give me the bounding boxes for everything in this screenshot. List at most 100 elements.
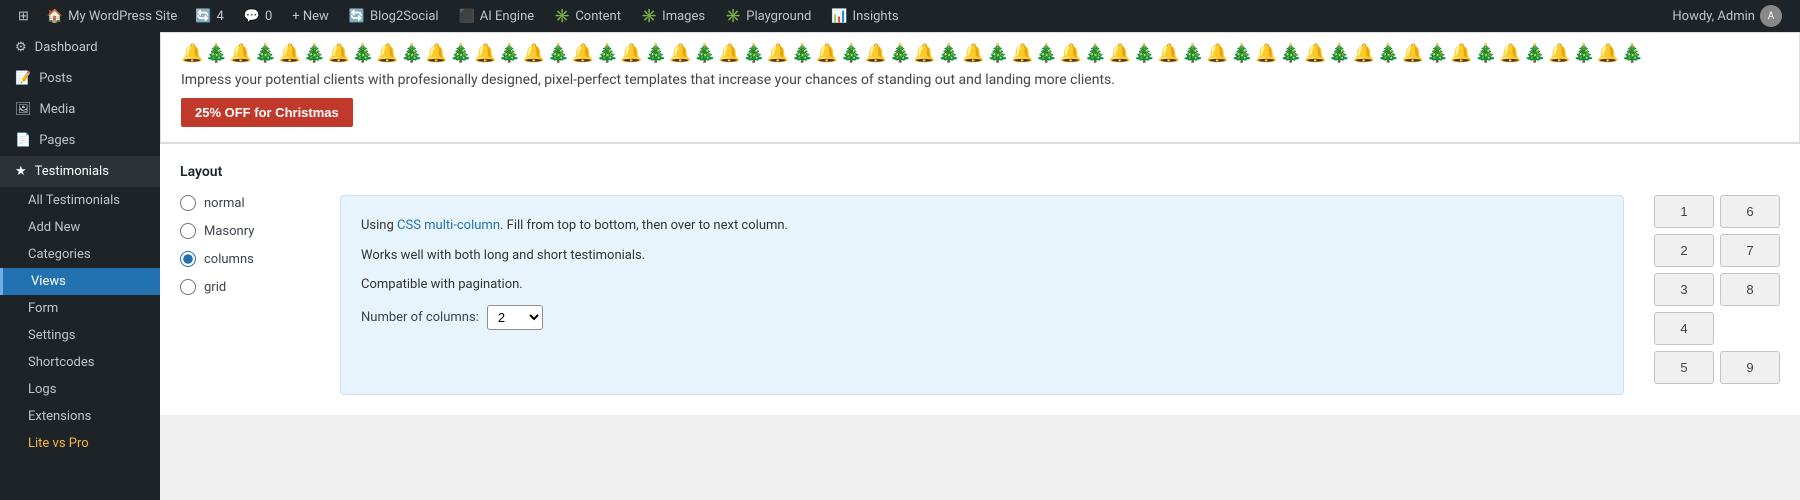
logs-label: Logs [28,382,56,397]
site-name-label: My WordPress Site [68,9,177,24]
site-name-button[interactable]: 🏠 My WordPress Site [39,0,185,32]
layout-option-columns[interactable]: columns [180,251,320,267]
media-icon: 🖼 [15,102,32,117]
sidebar-item-lite-vs-pro[interactable]: Lite vs Pro [0,430,160,457]
bell-decorations: 🔔🎄🔔🎄🔔🎄🔔🎄🔔🎄🔔🎄🔔🎄🔔🎄🔔🎄🔔🎄🔔🎄🔔🎄🔔🎄🔔🎄🔔🎄🔔🎄🔔🎄🔔🎄🔔🎄🔔🎄… [181,43,1779,64]
sidebar-item-settings[interactable]: Settings [0,322,160,349]
layout-section: Layout normal Masonry columns [160,143,1800,415]
comments-count: 0 [265,9,272,24]
sidebar-item-testimonials[interactable]: ★ Testimonials [0,156,160,187]
playground-label: Playground [746,9,811,24]
columns-label: Number of columns: [361,310,479,325]
extensions-label: Extensions [28,409,91,424]
sidebar-item-all-testimonials[interactable]: All Testimonials [0,187,160,214]
description-post: . Fill from top to bottom, then over to … [500,218,788,233]
radio-masonry[interactable] [180,223,196,239]
admin-bar: ⊞ 🏠 My WordPress Site 🔄 4 💬 0 + New 🔄 Bl… [0,0,1800,32]
sidebar: ⚙ Dashboard 📝 Posts 🖼 Media 📄 Pages ★ Te… [0,32,160,500]
sidebar-item-views[interactable]: Views [0,268,160,295]
grid-numbers: 1 6 2 7 3 8 4 5 9 [1654,195,1780,384]
sidebar-item-logs[interactable]: Logs [0,376,160,403]
user-menu-button[interactable]: Howdy, Admin A [1662,0,1792,32]
comments-button[interactable]: 💬 0 [234,0,283,32]
promo-banner: 🔔🎄🔔🎄🔔🎄🔔🎄🔔🎄🔔🎄🔔🎄🔔🎄🔔🎄🔔🎄🔔🎄🔔🎄🔔🎄🔔🎄🔔🎄🔔🎄🔔🎄🔔🎄🔔🎄🔔🎄… [160,32,1800,143]
updates-button[interactable]: 🔄 4 [185,0,234,32]
media-label: Media [40,102,76,117]
grid-num-2[interactable]: 2 [1654,234,1714,267]
sidebar-item-dashboard[interactable]: ⚙ Dashboard [0,32,160,63]
sidebar-item-posts[interactable]: 📝 Posts [0,63,160,94]
grid-num-9[interactable]: 9 [1720,351,1780,384]
radio-columns[interactable] [180,251,196,267]
testimonials-icon: ★ [15,164,27,179]
form-label: Form [28,301,58,316]
layout-option-normal[interactable]: normal [180,195,320,211]
wp-icon: ⊞ [18,9,29,24]
sidebar-item-media[interactable]: 🖼 Media [0,94,160,125]
all-testimonials-label: All Testimonials [28,193,120,208]
layout-option-masonry[interactable]: Masonry [180,223,320,239]
promo-cta-button[interactable]: 25% OFF for Christmas [181,98,353,127]
playground-button[interactable]: ✳️ Playground [715,0,821,32]
sidebar-item-extensions[interactable]: Extensions [0,403,160,430]
site-icon: 🏠 [47,9,63,24]
insights-icon: 📊 [831,9,847,24]
sidebar-item-pages[interactable]: 📄 Pages [0,125,160,156]
blog2social-button[interactable]: 🔄 Blog2Social [339,0,449,32]
posts-icon: 📝 [15,71,31,86]
radio-grid[interactable] [180,279,196,295]
lite-vs-pro-label: Lite vs Pro [28,436,89,451]
grid-num-8[interactable]: 8 [1720,273,1780,306]
layout-inner: normal Masonry columns grid [180,195,1780,395]
grid-num-6[interactable]: 6 [1720,195,1780,228]
updates-icon: 🔄 [195,9,211,24]
new-label: + New [292,9,329,24]
promo-description: Impress your potential clients with prof… [181,72,1779,88]
pages-icon: 📄 [15,133,31,148]
sidebar-item-shortcodes[interactable]: Shortcodes [0,349,160,376]
images-button[interactable]: ✳️ Images [631,0,715,32]
categories-label: Categories [28,247,91,262]
layout-option-columns-label: columns [204,252,254,267]
columns-select-row: Number of columns: 1 2 3 4 5 6 [361,305,1603,330]
content-icon: ✳️ [554,9,570,24]
dashboard-icon: ⚙ [15,40,27,55]
description-line3: Compatible with pagination. [361,275,1603,295]
grid-num-1[interactable]: 1 [1654,195,1714,228]
ai-engine-label: AI Engine [480,9,534,24]
insights-label: Insights [853,9,899,24]
content-button[interactable]: ✳️ Content [544,0,631,32]
settings-label: Settings [28,328,75,343]
layout-option-normal-label: normal [204,196,245,211]
updates-count: 4 [216,9,223,24]
grid-num-7[interactable]: 7 [1720,234,1780,267]
description-line2: Works well with both long and short test… [361,246,1603,266]
add-new-label: Add New [28,220,80,235]
images-icon: ✳️ [641,9,657,24]
comments-icon: 💬 [244,9,260,24]
insights-button[interactable]: 📊 Insights [821,0,908,32]
radio-normal[interactable] [180,195,196,211]
sidebar-item-categories[interactable]: Categories [0,241,160,268]
description-pre: Using [361,218,397,233]
sidebar-item-form[interactable]: Form [0,295,160,322]
images-label: Images [662,9,705,24]
grid-num-3[interactable]: 3 [1654,273,1714,306]
grid-num-4[interactable]: 4 [1654,312,1714,345]
howdy-label: Howdy, Admin [1672,9,1755,24]
new-content-button[interactable]: + New [282,0,339,32]
testimonials-label: Testimonials [35,164,109,179]
layout-section-title: Layout [180,164,1780,180]
css-multicolumn-link[interactable]: CSS multi-column [397,218,500,233]
views-label: Views [31,274,66,289]
layout-option-masonry-label: Masonry [204,224,254,239]
ai-engine-button[interactable]: ⬛ AI Engine [449,0,545,32]
posts-label: Posts [39,71,72,86]
sidebar-item-add-new[interactable]: Add New [0,214,160,241]
content-label: Content [575,9,621,24]
layout-option-grid[interactable]: grid [180,279,320,295]
grid-num-5[interactable]: 5 [1654,351,1714,384]
content-area: 🔔🎄🔔🎄🔔🎄🔔🎄🔔🎄🔔🎄🔔🎄🔔🎄🔔🎄🔔🎄🔔🎄🔔🎄🔔🎄🔔🎄🔔🎄🔔🎄🔔🎄🔔🎄🔔🎄🔔🎄… [160,32,1800,500]
columns-select[interactable]: 1 2 3 4 5 6 [487,305,543,330]
wp-logo-button[interactable]: ⊞ [8,0,39,32]
